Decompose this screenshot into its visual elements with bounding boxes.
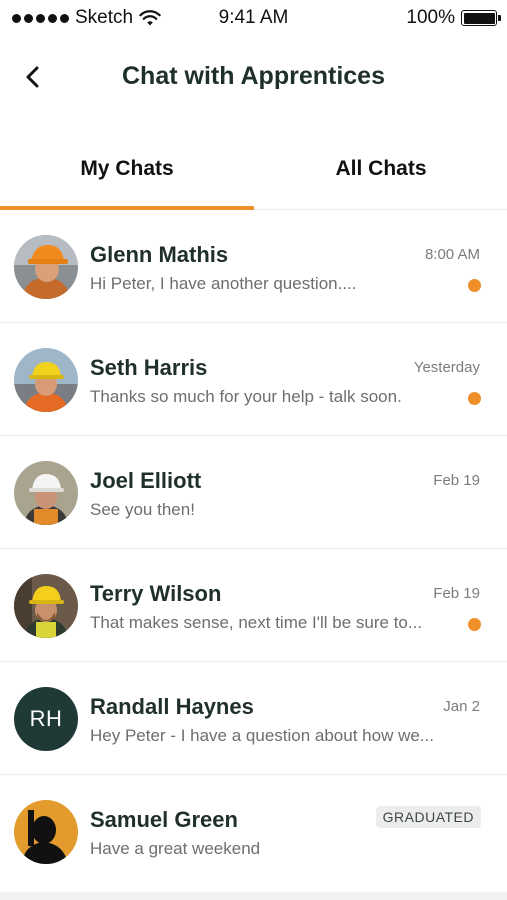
chat-name: Glenn Mathis	[90, 242, 229, 267]
avatar	[14, 800, 78, 864]
page-title: Chat with Apprentices	[122, 62, 385, 90]
status-badge: GRADUATED	[375, 806, 481, 828]
bottom-divider	[0, 892, 507, 900]
avatar	[14, 348, 78, 412]
avatar	[14, 235, 78, 299]
battery-percent: 100%	[406, 7, 455, 28]
chat-preview: Hey Peter - I have a question about how …	[90, 726, 434, 745]
chat-time: Feb 19	[433, 585, 480, 602]
chat-preview: See you then!	[90, 500, 195, 519]
chat-row[interactable]: Samuel Green Have a great weekend GRADUA…	[0, 775, 507, 888]
chat-time: Feb 19	[433, 472, 480, 489]
chat-list: Glenn Mathis Hi Peter, I have another qu…	[0, 210, 507, 888]
status-right: 100%	[406, 7, 501, 29]
chat-preview: Have a great weekend	[90, 839, 261, 858]
chat-name: Seth Harris	[90, 355, 208, 380]
chat-preview: Hi Peter, I have another question....	[90, 274, 357, 293]
unread-indicator	[468, 618, 481, 631]
avatar	[14, 461, 78, 525]
tab-all-chats[interactable]: All Chats	[254, 130, 507, 208]
chat-name: Samuel Green	[90, 807, 238, 832]
chat-time: Jan 2	[443, 698, 480, 715]
chat-row[interactable]: Glenn Mathis Hi Peter, I have another qu…	[0, 210, 507, 323]
chat-preview: Thanks so much for your help - talk soon…	[90, 387, 402, 406]
chat-screen: Sketch 9:41 AM 100% Chat with Apprentice…	[0, 0, 507, 900]
tab-bar: My Chats All Chats	[0, 130, 507, 210]
chat-name: Randall Haynes	[90, 694, 254, 719]
unread-indicator	[468, 392, 481, 405]
chat-row[interactable]: Joel Elliott See you then! Feb 19	[0, 436, 507, 549]
chat-row[interactable]: Terry Wilson That makes sense, next time…	[0, 549, 507, 662]
avatar-initials: RH	[14, 687, 78, 751]
status-bar: Sketch 9:41 AM 100%	[0, 0, 507, 38]
chat-preview: That makes sense, next time I'll be sure…	[90, 613, 423, 632]
chat-time: 8:00 AM	[424, 246, 480, 263]
chat-row[interactable]: RH Randall Haynes Hey Peter - I have a q…	[0, 662, 507, 775]
battery-icon	[461, 10, 501, 26]
chat-name: Terry Wilson	[90, 581, 222, 606]
nav-bar: Chat with Apprentices	[0, 38, 507, 118]
chat-name: Joel Elliott	[90, 468, 202, 493]
avatar	[14, 574, 78, 638]
unread-indicator	[468, 279, 481, 292]
chat-row[interactable]: Seth Harris Thanks so much for your help…	[0, 323, 507, 436]
tab-my-chats[interactable]: My Chats	[0, 130, 254, 208]
chat-time: Yesterday	[413, 359, 480, 376]
